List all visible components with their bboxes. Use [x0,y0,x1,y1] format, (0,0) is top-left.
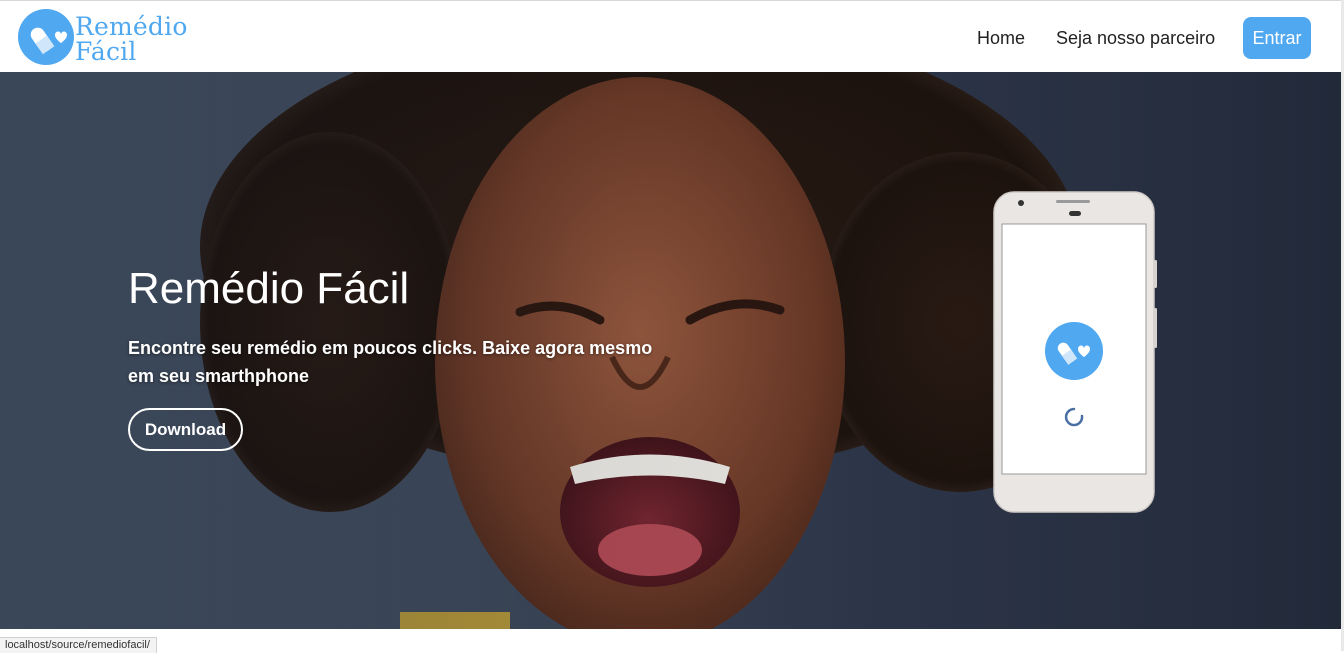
nav-home-link[interactable]: Home [977,27,1025,49]
brand-name[interactable]: Remédio Fácil [75,14,188,64]
brand-name-line1: Remédio [75,12,188,41]
hero-subtitle: Encontre seu remédio em poucos clicks. B… [128,338,653,386]
navbar: Remédio Fácil Home Seja nosso parceiro E… [0,0,1344,72]
nav-partner-link[interactable]: Seja nosso parceiro [1056,27,1215,49]
hero-title: Remédio Fácil [128,264,410,313]
download-button[interactable]: Download [128,408,243,451]
phone-camera [1018,200,1024,206]
hero-banner: Remédio Fácil Encontre seu remédio em po… [0,72,1341,629]
pill-heart-icon[interactable] [18,9,74,65]
phone-mockup [993,191,1157,513]
pill-heart-icon [1045,322,1103,380]
login-button[interactable]: Entrar [1243,17,1311,59]
brand-name-line2: Fácil [75,37,137,66]
